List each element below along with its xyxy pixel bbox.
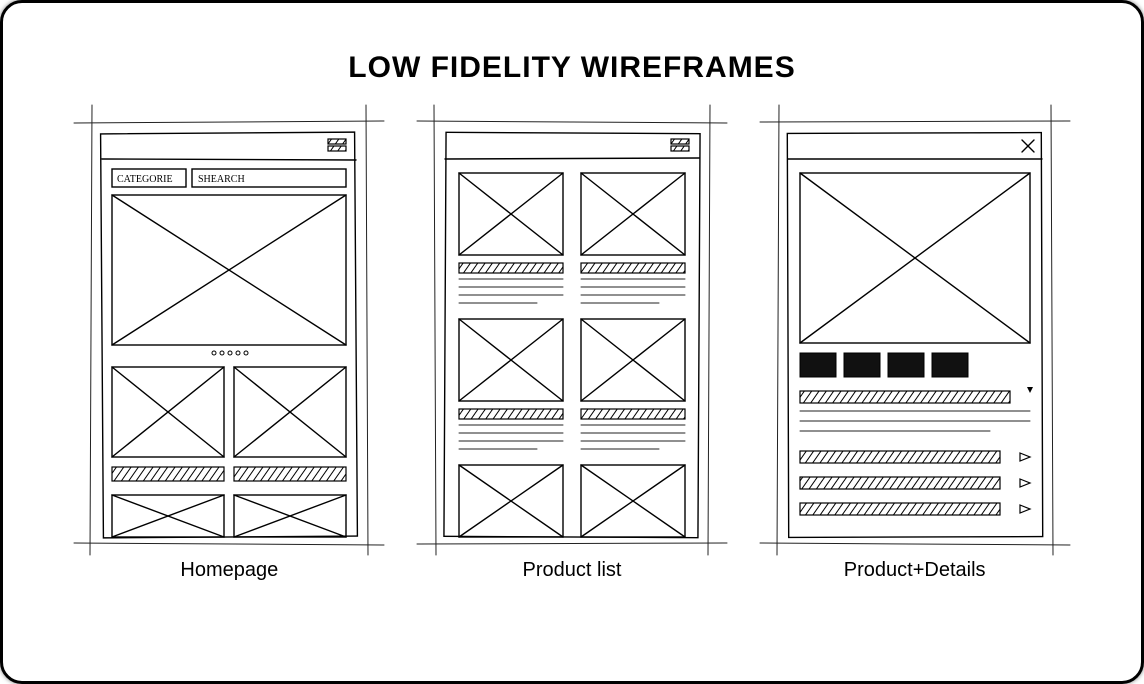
product-image-placeholder (800, 173, 1030, 343)
product-details-sketch (770, 115, 1060, 545)
caption-homepage: Homepage (180, 559, 278, 582)
categorie-label: CATEGORIE (117, 174, 173, 185)
carousel-dots (212, 351, 248, 355)
accordion-row-2 (800, 477, 1030, 489)
homepage-sketch: CATEGORIE SHEARCH (84, 115, 374, 545)
card-peek-left (112, 495, 224, 537)
search-label: SHEARCH (198, 174, 245, 185)
wireframe-product-list: Product list (426, 115, 719, 582)
caption-product-list: Product list (523, 559, 622, 582)
page-title: LOW FIDELITY WIREFRAMES (3, 3, 1141, 85)
thumbnails (800, 353, 968, 377)
card-peek-right (234, 495, 346, 537)
close-icon (1022, 140, 1034, 152)
accordion-row-3 (800, 503, 1030, 515)
card-left (112, 367, 224, 481)
accordion-row-1 (800, 451, 1030, 463)
wireframe-product-details: Product+Details (768, 115, 1061, 582)
hero-image-placeholder (112, 195, 346, 345)
product-grid (459, 173, 685, 537)
canvas: LOW FIDELITY WIREFRAMES (0, 0, 1144, 684)
product-list-sketch (427, 115, 717, 545)
card-right (234, 367, 346, 481)
favorite-icon (1027, 387, 1033, 393)
wireframe-homepage: CATEGORIE SHEARCH (83, 115, 376, 582)
wireframe-row: CATEGORIE SHEARCH (3, 85, 1141, 582)
caption-product-details: Product+Details (844, 559, 986, 582)
